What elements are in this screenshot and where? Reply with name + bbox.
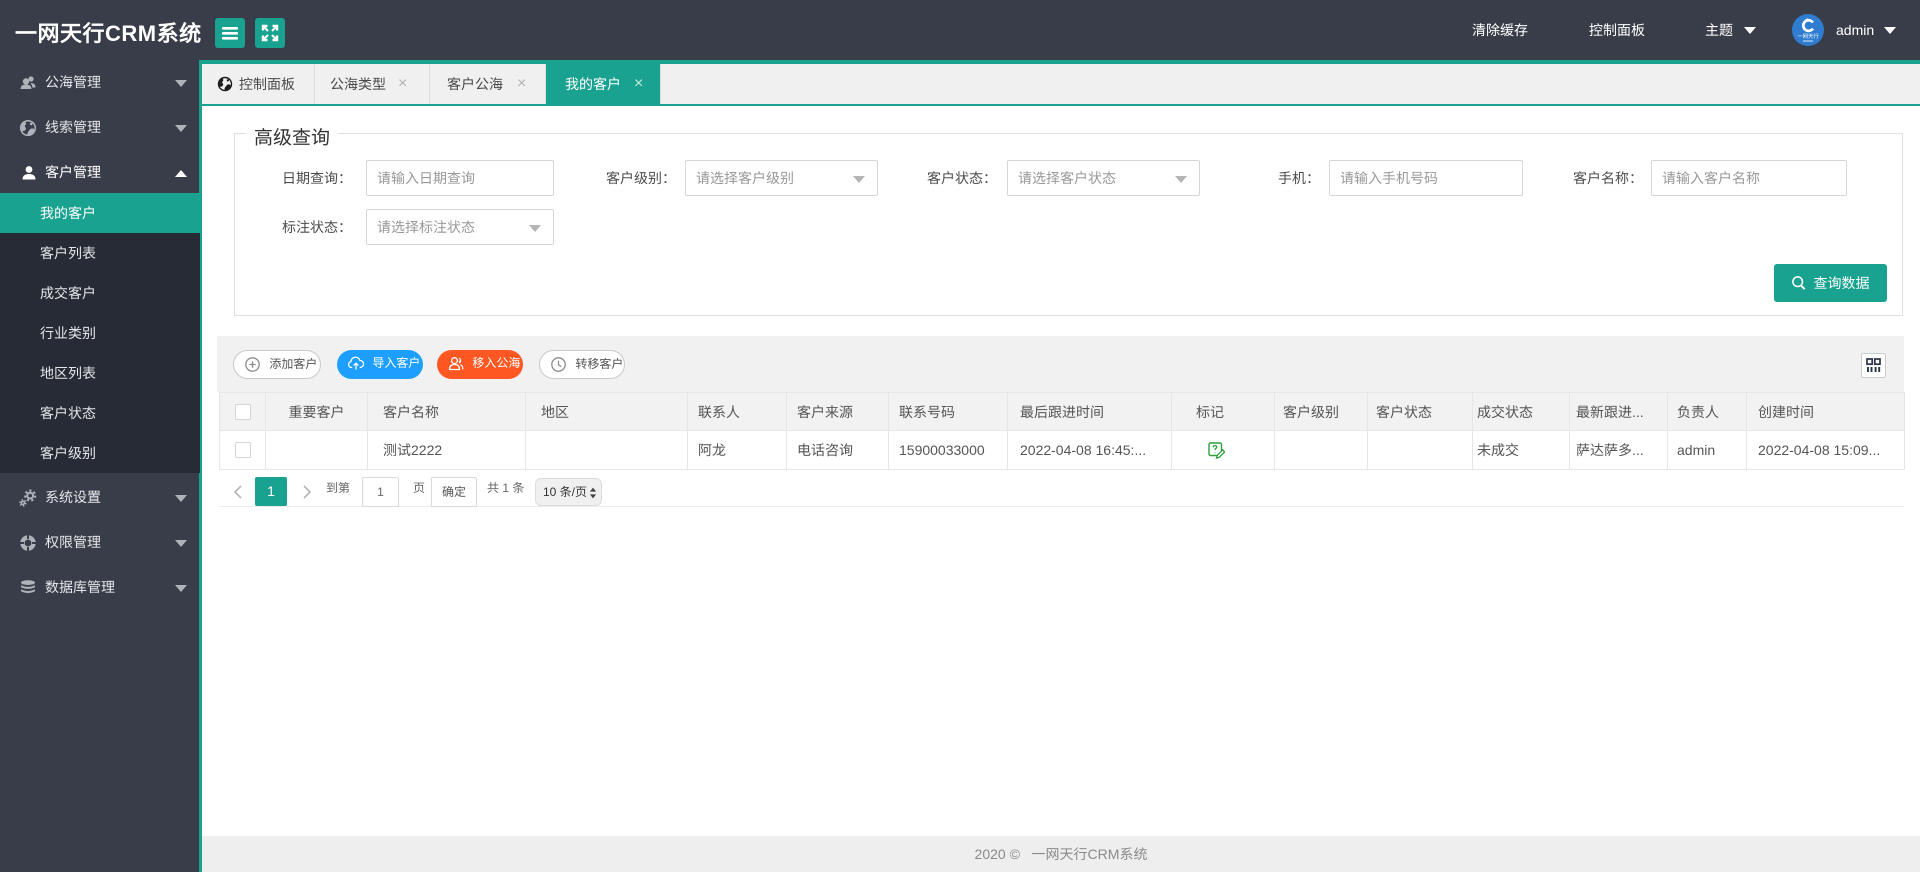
svg-text:一网天行: 一网天行 xyxy=(1797,32,1819,40)
